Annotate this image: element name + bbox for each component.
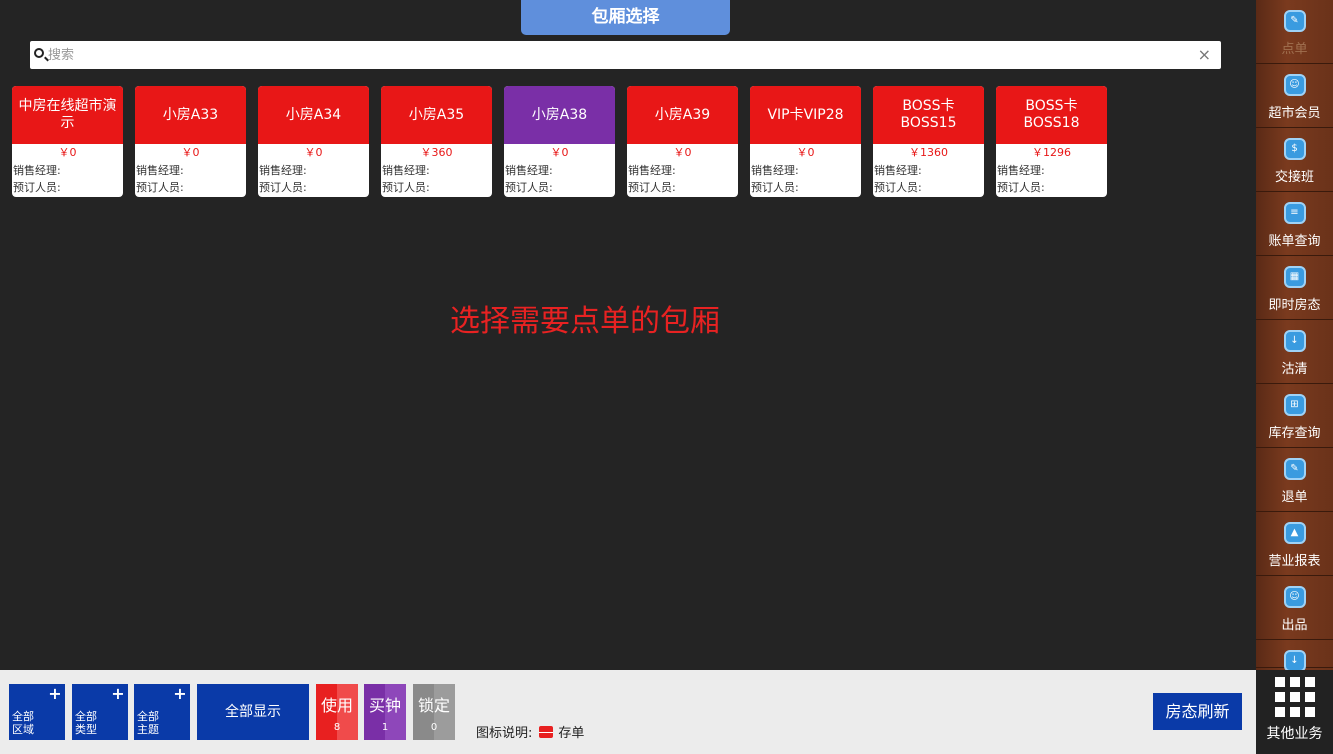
room-price: ￥1296 — [1032, 146, 1071, 159]
room-manager: 销售经理: — [751, 164, 799, 177]
sidebar-item-dispatch[interactable]: ☺ 出品 — [1256, 576, 1333, 640]
room-price: ￥0 — [673, 146, 692, 159]
sidebar-item-inventory[interactable]: ⊞ 库存查询 — [1256, 384, 1333, 448]
room-booker: 预订人员: — [874, 181, 922, 194]
room-name: 中房在线超市演示 — [12, 86, 123, 144]
room-card[interactable]: VIP卡VIP28 ￥0 销售经理: 预订人员: — [750, 86, 861, 197]
inventory-icon: ⊞ — [1283, 394, 1306, 416]
room-manager: 销售经理: — [259, 164, 307, 177]
filter-type-button[interactable]: + 全部 类型 — [72, 684, 128, 740]
room-booker: 预订人员: — [136, 181, 184, 194]
room-price: ￥0 — [796, 146, 815, 159]
select-room-hint: 选择需要点单的包厢 — [450, 304, 720, 339]
room-card[interactable]: 中房在线超市演示 ￥0 销售经理: 预订人员: — [12, 86, 123, 197]
plus-icon: + — [111, 684, 125, 703]
room-card[interactable]: 小房A34 ￥0 销售经理: 预订人员: — [258, 86, 369, 197]
room-status-icon: ▦ — [1283, 266, 1306, 288]
sidebar-item-member[interactable]: ☺ 超市会员 — [1256, 64, 1333, 128]
room-booker: 预订人员: — [13, 181, 61, 194]
sidebar-item-sold-out[interactable]: ↓ 沽清 — [1256, 320, 1333, 384]
other-business-button[interactable]: 其他业务 — [1256, 670, 1333, 754]
search-input[interactable] — [48, 44, 1198, 66]
room-card[interactable]: BOSS卡BOSS15 ￥1360 销售经理: 预订人员: — [873, 86, 984, 197]
room-name: VIP卡VIP28 — [750, 86, 861, 144]
room-price: ￥360 — [420, 146, 453, 159]
search-bar: × — [30, 41, 1221, 69]
room-name: BOSS卡BOSS18 — [996, 86, 1107, 144]
grid-icon — [1275, 677, 1315, 717]
room-manager: 销售经理: — [505, 164, 553, 177]
refresh-room-status-button[interactable]: 房态刷新 — [1153, 693, 1242, 730]
dispatch-icon: ☺ — [1283, 586, 1306, 608]
sidebar: ✎ 点单 ☺ 超市会员 $ 交接班 ≡ 账单查询 ▦ 即时房态 ↓ 沽清 ⊞ 库… — [1256, 0, 1333, 672]
room-card[interactable]: 小房A39 ￥0 销售经理: 预订人员: — [627, 86, 738, 197]
room-booker: 预订人员: — [259, 181, 307, 194]
room-card[interactable]: 小房A38 ￥0 销售经理: 预订人员: — [504, 86, 615, 197]
sidebar-item-bill[interactable]: ≡ 账单查询 — [1256, 192, 1333, 256]
bill-icon: ≡ — [1283, 202, 1306, 224]
room-name: 小房A39 — [627, 86, 738, 144]
show-all-button[interactable]: 全部显示 — [197, 684, 309, 740]
room-price: ￥0 — [58, 146, 77, 159]
room-price: ￥1360 — [909, 146, 948, 159]
sold-out-icon: ↓ — [1283, 330, 1306, 352]
download-icon: ↓ — [1283, 650, 1306, 672]
room-price: ￥0 — [550, 146, 569, 159]
room-list: 中房在线超市演示 ￥0 销售经理: 预订人员: 小房A33 ￥0 销售经理: 预… — [12, 86, 1107, 197]
sidebar-item-room-status[interactable]: ▦ 即时房态 — [1256, 256, 1333, 320]
sidebar-item-report[interactable]: ▲ 营业报表 — [1256, 512, 1333, 576]
filter-area-button[interactable]: + 全部 区域 — [9, 684, 65, 740]
room-name: BOSS卡BOSS15 — [873, 86, 984, 144]
filter-theme-button[interactable]: + 全部 主题 — [134, 684, 190, 740]
legend-locked[interactable]: 锁定 0 — [413, 684, 455, 740]
member-icon: ☺ — [1283, 74, 1306, 96]
sidebar-item-refund[interactable]: ✎ 退单 — [1256, 448, 1333, 512]
room-booker: 预订人员: — [382, 181, 430, 194]
clear-icon[interactable]: × — [1198, 45, 1211, 65]
sidebar-item-more[interactable]: ↓ — [1256, 640, 1333, 672]
legend-buy-time[interactable]: 买钟 1 — [364, 684, 406, 740]
order-icon: ✎ — [1283, 10, 1306, 32]
room-manager: 销售经理: — [997, 164, 1045, 177]
room-manager: 销售经理: — [136, 164, 184, 177]
room-manager: 销售经理: — [628, 164, 676, 177]
room-name: 小房A34 — [258, 86, 369, 144]
main-area: 包厢选择 × 中房在线超市演示 ￥0 销售经理: 预订人员: 小房A33 ￥0 … — [0, 0, 1256, 670]
report-icon: ▲ — [1283, 522, 1306, 544]
plus-icon: + — [48, 684, 62, 703]
room-manager: 销售经理: — [382, 164, 430, 177]
legend-in-use[interactable]: 使用 8 — [316, 684, 358, 740]
sidebar-item-shift[interactable]: $ 交接班 — [1256, 128, 1333, 192]
footer-bar: + 全部 区域 + 全部 类型 + 全部 主题 全部显示 使用 8 买钟 1 锁定 0… — [0, 670, 1256, 754]
refund-icon: ✎ — [1283, 458, 1306, 480]
deposit-icon — [539, 725, 554, 738]
room-name: 小房A33 — [135, 86, 246, 144]
room-price: ￥0 — [304, 146, 323, 159]
room-card[interactable]: 小房A33 ￥0 销售经理: 预订人员: — [135, 86, 246, 197]
room-booker: 预订人员: — [628, 181, 676, 194]
sidebar-item-order[interactable]: ✎ 点单 — [1256, 0, 1333, 64]
room-price: ￥0 — [181, 146, 200, 159]
search-icon — [34, 48, 44, 58]
room-booker: 预订人员: — [505, 181, 553, 194]
room-card[interactable]: 小房A35 ￥360 销售经理: 预订人员: — [381, 86, 492, 197]
shift-icon: $ — [1283, 138, 1306, 160]
room-booker: 预订人员: — [751, 181, 799, 194]
page-title: 包厢选择 — [521, 0, 730, 35]
room-name: 小房A38 — [504, 86, 615, 144]
room-manager: 销售经理: — [13, 164, 61, 177]
room-name: 小房A35 — [381, 86, 492, 144]
room-card[interactable]: BOSS卡BOSS18 ￥1296 销售经理: 预订人员: — [996, 86, 1107, 197]
room-manager: 销售经理: — [874, 164, 922, 177]
icon-legend: 图标说明: 存单 — [476, 725, 585, 741]
room-booker: 预订人员: — [997, 181, 1045, 194]
plus-icon: + — [173, 684, 187, 703]
